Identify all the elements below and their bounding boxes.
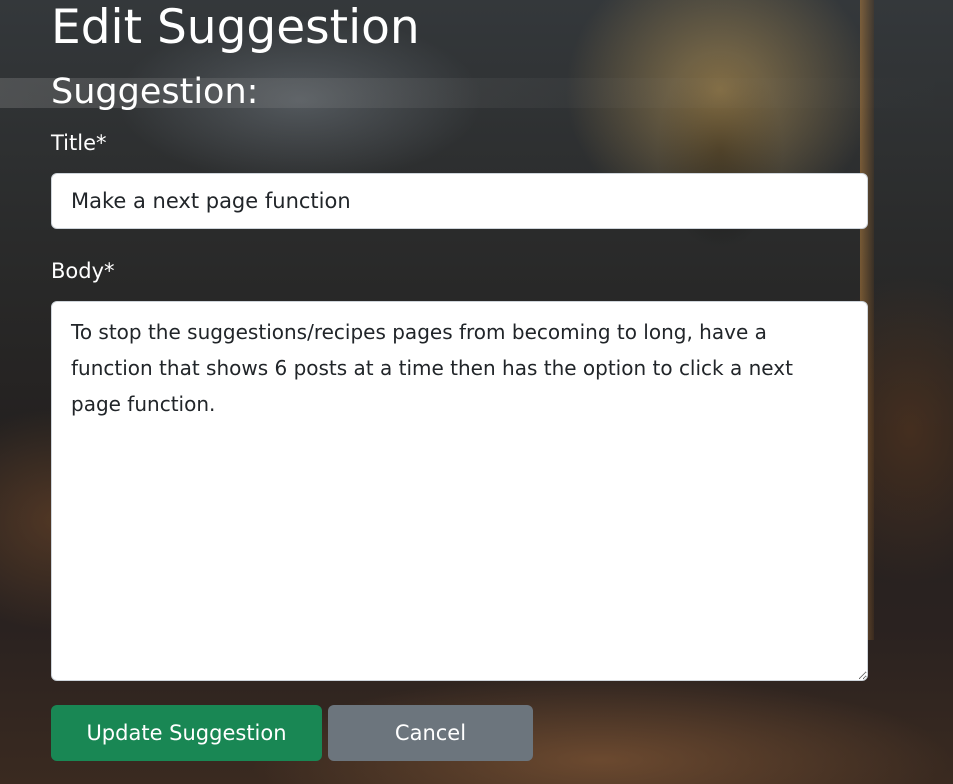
page-title: Edit Suggestion (51, 0, 420, 55)
cancel-button[interactable]: Cancel (328, 705, 533, 761)
update-suggestion-button[interactable]: Update Suggestion (51, 705, 322, 761)
title-label: Title* (51, 131, 107, 155)
section-heading: Suggestion: (51, 72, 259, 112)
body-textarea[interactable]: To stop the suggestions/recipes pages fr… (51, 301, 868, 681)
body-label: Body* (51, 259, 115, 283)
title-input[interactable] (51, 173, 868, 229)
